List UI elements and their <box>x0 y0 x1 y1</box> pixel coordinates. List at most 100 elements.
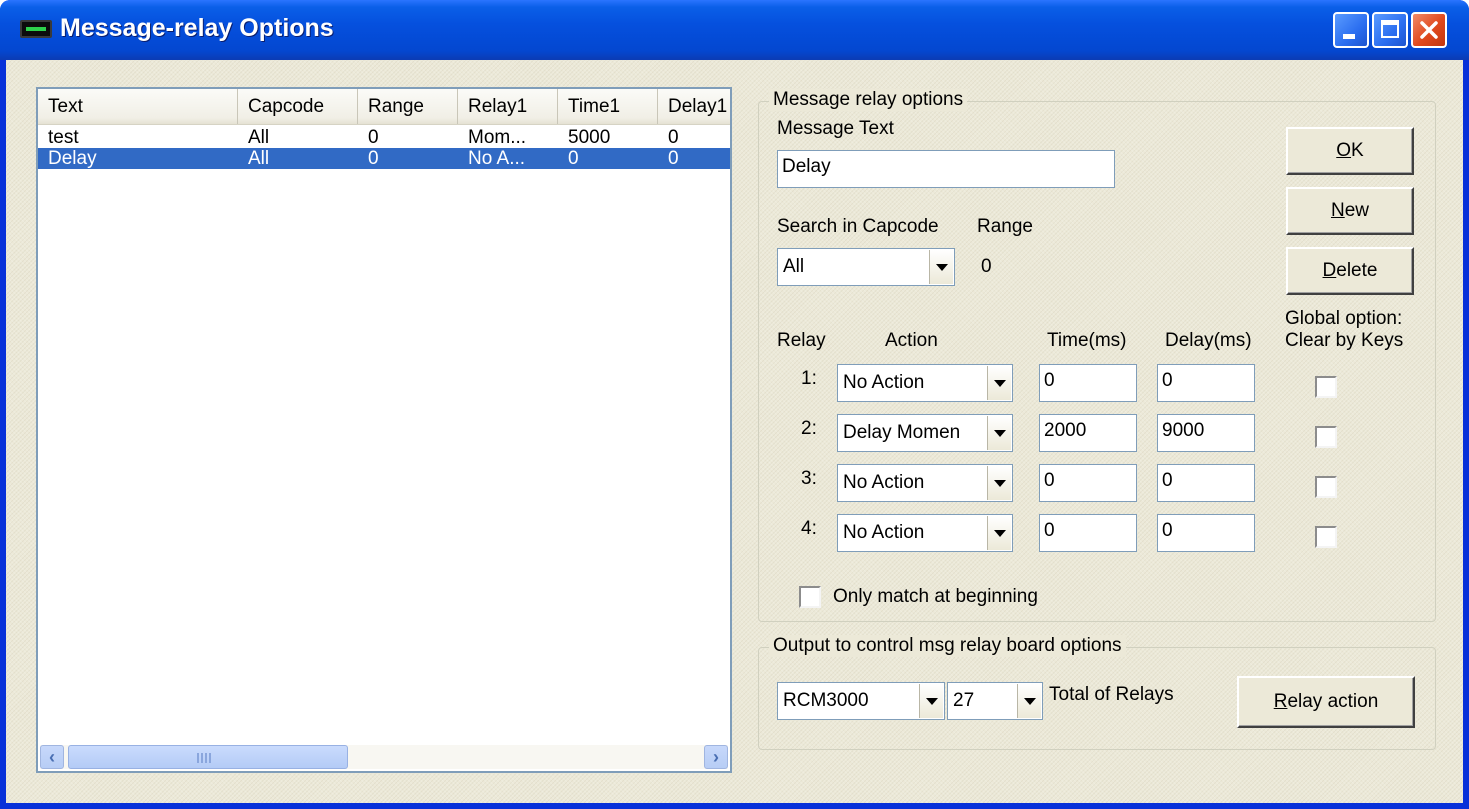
scroll-thumb[interactable] <box>68 745 348 769</box>
relay-3-action-value: No Action <box>843 472 925 493</box>
cell-relay1: No A... <box>468 148 526 169</box>
chevron-right-icon: › <box>713 747 719 767</box>
column-header-delay1[interactable]: Delay1 <box>658 89 730 124</box>
cell-delay1: 0 <box>668 148 679 169</box>
column-header-text[interactable]: Text <box>38 89 238 124</box>
only-match-beginning-checkbox[interactable] <box>799 586 821 608</box>
global-option-label: Global option: <box>1285 308 1403 329</box>
new-accel: N <box>1330 200 1345 221</box>
relay-action-accel: R <box>1273 691 1288 712</box>
close-button[interactable] <box>1411 12 1447 48</box>
column-header-time1[interactable]: Time1 <box>558 89 658 124</box>
relay-2-clear-checkbox[interactable] <box>1315 426 1337 448</box>
message-list[interactable]: Text Capcode Range Relay1 Time1 Delay1 t… <box>36 87 732 773</box>
relay-3-clear-checkbox[interactable] <box>1315 476 1337 498</box>
scroll-left-button[interactable]: ‹ <box>40 745 64 769</box>
relay-1-action-select[interactable]: No Action <box>837 364 1013 402</box>
minimize-button[interactable] <box>1333 12 1369 48</box>
chevron-left-icon: ‹ <box>49 747 55 767</box>
maximize-button[interactable] <box>1372 12 1408 48</box>
new-button[interactable]: New <box>1286 187 1414 235</box>
relay-4-time-input[interactable]: 0 <box>1039 514 1137 552</box>
ok-accel: O <box>1336 140 1352 161</box>
relay-count-value: 27 <box>953 690 975 711</box>
delay-column-label: Delay(ms) <box>1165 330 1252 351</box>
relay-number-3: 3: <box>801 468 817 489</box>
chevron-down-icon[interactable] <box>1017 684 1041 718</box>
relay-2-time-input[interactable]: 2000 <box>1039 414 1137 452</box>
column-header-capcode[interactable]: Capcode <box>238 89 358 124</box>
chevron-down-icon[interactable] <box>987 516 1011 550</box>
column-header-range[interactable]: Range <box>358 89 458 124</box>
relay-4-action-value: No Action <box>843 522 925 543</box>
relay-1-time-input[interactable]: 0 <box>1039 364 1137 402</box>
chevron-down-icon[interactable] <box>987 466 1011 500</box>
range-value: 0 <box>981 256 992 277</box>
relay-4-clear-checkbox[interactable] <box>1315 526 1337 548</box>
relay-2-action-select[interactable]: Delay Momen <box>837 414 1013 452</box>
relay-column-label: Relay <box>777 330 826 351</box>
cell-range: 0 <box>368 127 379 148</box>
minimize-icon <box>1343 34 1355 39</box>
relay-3-time-input[interactable]: 0 <box>1039 464 1137 502</box>
chevron-down-icon[interactable] <box>987 416 1011 450</box>
horizontal-scrollbar[interactable]: ‹ › <box>40 745 728 769</box>
window-title: Message-relay Options <box>60 14 334 42</box>
range-label: Range <box>977 216 1033 237</box>
relay-number-2: 2: <box>801 418 817 439</box>
chevron-down-icon[interactable] <box>929 250 953 284</box>
column-header-relay1[interactable]: Relay1 <box>458 89 558 124</box>
cell-delay1: 0 <box>668 127 679 148</box>
capcode-select[interactable]: All <box>777 248 955 286</box>
total-relays-label: Total of Relays <box>1049 684 1174 705</box>
dialog-client-area: Text Capcode Range Relay1 Time1 Delay1 t… <box>6 60 1463 803</box>
message-relay-options-group: Message relay options Message Text Delay… <box>758 89 1436 622</box>
group-label-output: Output to control msg relay board option… <box>769 635 1126 657</box>
only-match-beginning-label[interactable]: Only match at beginning <box>833 586 1038 608</box>
board-select[interactable]: RCM3000 <box>777 682 945 720</box>
delete-button[interactable]: Delete <box>1286 247 1414 295</box>
table-row-selected[interactable]: Delay All 0 No A... 0 0 <box>38 148 730 169</box>
message-text-input[interactable]: Delay <box>777 150 1115 188</box>
output-options-group: Output to control msg relay board option… <box>758 635 1436 750</box>
terminal-icon <box>20 20 52 38</box>
close-icon <box>1420 21 1438 39</box>
ok-button[interactable]: OK <box>1286 127 1414 175</box>
cell-relay1: Mom... <box>468 127 527 148</box>
cell-capcode: All <box>248 127 270 148</box>
cell-time1: 0 <box>568 148 579 169</box>
cell-capcode: All <box>248 148 270 169</box>
relay-action-button[interactable]: Relay action <box>1237 676 1415 728</box>
relay-1-clear-checkbox[interactable] <box>1315 376 1337 398</box>
table-row[interactable]: test All 0 Mom... 5000 0 <box>38 127 730 148</box>
delete-accel: D <box>1322 260 1337 281</box>
dialog-window: Message-relay Options Text Capcode Range… <box>0 0 1469 809</box>
chevron-down-icon[interactable] <box>919 684 943 718</box>
clear-by-keys-label: Clear by Keys <box>1285 330 1404 351</box>
relay-number-4: 4: <box>801 518 817 539</box>
search-capcode-label: Search in Capcode <box>777 216 939 237</box>
relay-number-1: 1: <box>801 368 817 389</box>
relay-4-delay-input[interactable]: 0 <box>1157 514 1255 552</box>
relay-2-delay-input[interactable]: 9000 <box>1157 414 1255 452</box>
title-bar[interactable]: Message-relay Options <box>0 0 1469 60</box>
cell-range: 0 <box>368 148 379 169</box>
relay-1-delay-input[interactable]: 0 <box>1157 364 1255 402</box>
relay-3-action-select[interactable]: No Action <box>837 464 1013 502</box>
relay-action-label-rest: elay action <box>1287 691 1379 712</box>
list-header: Text Capcode Range Relay1 Time1 Delay1 <box>38 89 730 125</box>
capcode-select-value: All <box>783 256 805 277</box>
maximize-icon <box>1381 20 1399 38</box>
cell-text: Delay <box>48 148 97 169</box>
relay-3-delay-input[interactable]: 0 <box>1157 464 1255 502</box>
message-text-label: Message Text <box>777 118 894 139</box>
group-label-message-relay: Message relay options <box>769 89 968 111</box>
grip-icon <box>197 753 211 763</box>
scroll-right-button[interactable]: › <box>704 745 728 769</box>
relay-count-select[interactable]: 27 <box>947 682 1043 720</box>
action-column-label: Action <box>885 330 938 351</box>
chevron-down-icon[interactable] <box>987 366 1011 400</box>
cell-text: test <box>48 127 79 148</box>
relay-4-action-select[interactable]: No Action <box>837 514 1013 552</box>
board-select-value: RCM3000 <box>783 690 869 711</box>
